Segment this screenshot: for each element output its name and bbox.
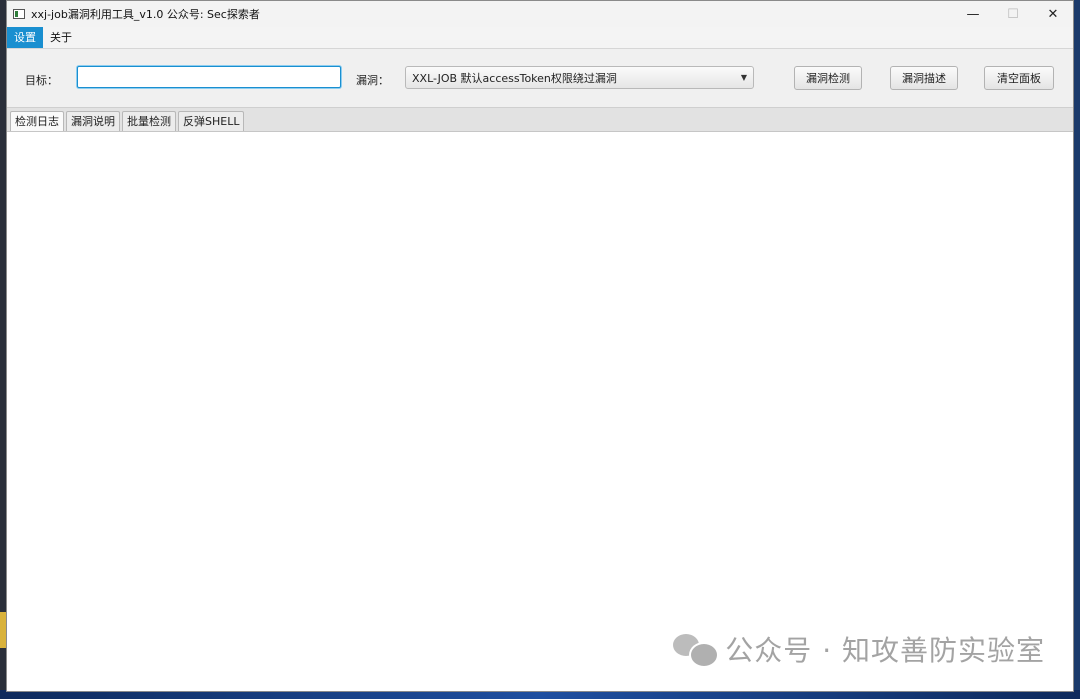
vuln-select[interactable]: XXL-JOB 默认accessToken权限绕过漏洞 ▼ bbox=[405, 66, 754, 89]
menu-settings[interactable]: 设置 bbox=[7, 27, 43, 48]
close-button[interactable]: ✕ bbox=[1033, 1, 1073, 27]
app-window: xxj-job漏洞利用工具_v1.0 公众号: Sec探索者 — ☐ ✕ 设置 … bbox=[6, 0, 1074, 692]
title-bar[interactable]: xxj-job漏洞利用工具_v1.0 公众号: Sec探索者 — ☐ ✕ bbox=[7, 1, 1073, 27]
log-panel[interactable]: 公众号 · 知攻善防实验室 bbox=[7, 132, 1073, 691]
tab-batch-detect[interactable]: 批量检测 bbox=[122, 111, 176, 131]
window-title: xxj-job漏洞利用工具_v1.0 公众号: Sec探索者 bbox=[31, 8, 260, 21]
tab-vuln-info[interactable]: 漏洞说明 bbox=[66, 111, 120, 131]
check-button[interactable]: 漏洞检测 bbox=[794, 66, 862, 90]
vuln-select-value: XXL-JOB 默认accessToken权限绕过漏洞 bbox=[412, 71, 617, 85]
tab-bar: 检测日志 漏洞说明 批量检测 反弹SHELL bbox=[7, 108, 1073, 132]
watermark: 公众号 · 知攻善防实验室 bbox=[673, 629, 1045, 669]
maximize-button[interactable]: ☐ bbox=[993, 1, 1033, 27]
window-controls: — ☐ ✕ bbox=[953, 1, 1073, 27]
tab-detect-log[interactable]: 检测日志 bbox=[10, 111, 64, 131]
target-label: 目标： bbox=[25, 74, 58, 87]
chevron-down-icon: ▼ bbox=[740, 73, 747, 82]
tab-reverse-shell[interactable]: 反弹SHELL bbox=[178, 111, 245, 131]
menu-bar: 设置 关于 bbox=[7, 27, 1073, 49]
minimize-button[interactable]: — bbox=[953, 1, 993, 27]
menu-about[interactable]: 关于 bbox=[43, 27, 79, 48]
vuln-label: 漏洞： bbox=[356, 74, 389, 87]
target-input[interactable] bbox=[77, 66, 341, 88]
wechat-icon bbox=[673, 632, 720, 668]
clear-button[interactable]: 清空面板 bbox=[984, 66, 1054, 90]
toolbar: 目标： 漏洞： XXL-JOB 默认accessToken权限绕过漏洞 ▼ 漏洞… bbox=[7, 49, 1073, 108]
describe-button[interactable]: 漏洞描述 bbox=[890, 66, 958, 90]
app-icon bbox=[13, 9, 25, 19]
watermark-text: 公众号 · 知攻善防实验室 bbox=[725, 634, 1045, 667]
